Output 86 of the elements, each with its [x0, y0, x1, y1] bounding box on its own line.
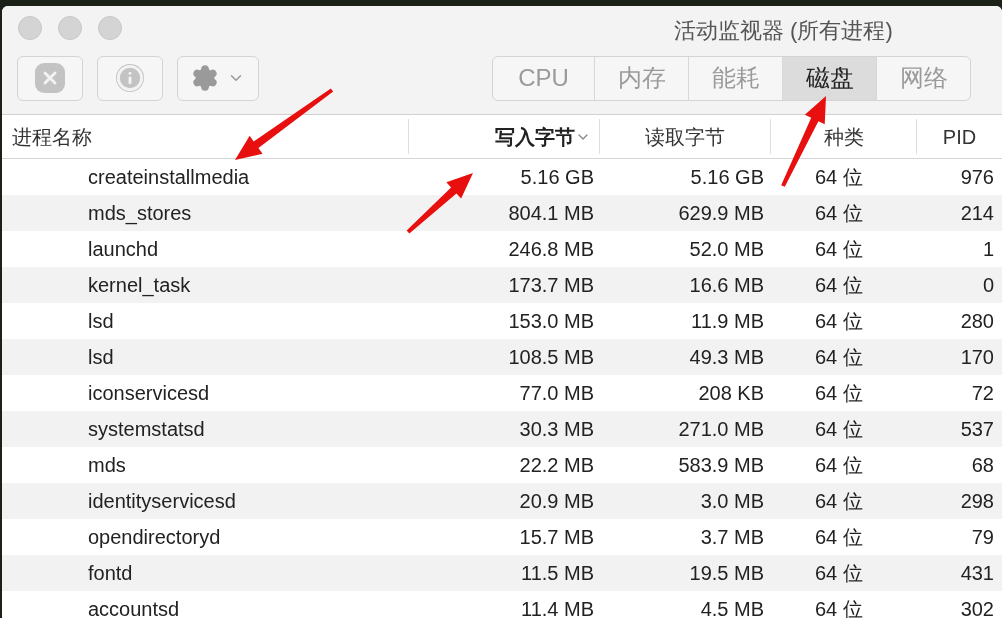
table-cell: 280 [960, 310, 994, 332]
table-cell: 64 位 [815, 382, 863, 404]
table-cell: opendirectoryd [88, 526, 221, 548]
table-cell: 5.16 GB [690, 166, 764, 188]
table-cell: 3.7 MB [700, 526, 764, 548]
table-cell: 49.3 MB [689, 346, 764, 368]
table-cell: 64 位 [815, 274, 863, 296]
table-cell: 302 [960, 598, 994, 618]
table-cell: 64 位 [815, 166, 863, 188]
table-cell: 153.0 MB [508, 310, 594, 332]
table-cell: 16.6 MB [689, 274, 764, 296]
table-cell: 64 位 [815, 418, 863, 440]
table-cell: 68 [971, 454, 994, 476]
table-cell: fontd [88, 562, 133, 584]
column-header[interactable]: 写入字节 [409, 119, 600, 154]
column-header[interactable]: PID [917, 115, 1002, 158]
table-cell: 15.7 MB [519, 526, 594, 548]
table-cell: iconservicesd [88, 382, 210, 404]
table-cell: 629.9 MB [678, 202, 764, 224]
gear-icon [191, 64, 219, 92]
table-cell: 22.2 MB [519, 454, 594, 476]
table-row[interactable]: systemstatsd 30.3 MB 271.0 MB 64 位 537 [2, 411, 1002, 447]
action-menu-button[interactable] [177, 55, 259, 101]
table-cell: 5.16 GB [520, 166, 594, 188]
table-cell: launchd [88, 238, 159, 260]
tab[interactable]: 磁盘 [782, 56, 876, 100]
table-cell: 271.0 MB [678, 418, 764, 440]
annotation-arrow [406, 173, 473, 234]
table-row[interactable]: kernel_task 173.7 MB 16.6 MB 64 位 0 [2, 267, 1002, 303]
table-cell: 298 [960, 490, 994, 512]
table-cell: 804.1 MB [508, 202, 594, 224]
table-cell: 170 [960, 346, 994, 368]
table-cell: systemstatsd [88, 418, 205, 440]
table-cell: 0 [982, 274, 994, 296]
table-cell: lsd [88, 346, 114, 368]
table-cell: 52.0 MB [689, 238, 764, 260]
table-cell: 64 位 [815, 562, 863, 584]
table-cell: 30.3 MB [519, 418, 594, 440]
table-cell: 64 位 [815, 490, 863, 512]
table-cell: 246.8 MB [508, 238, 594, 260]
table-cell: 19.5 MB [689, 562, 764, 584]
table-cell: 3.0 MB [700, 490, 764, 512]
table-cell: 11.5 MB [521, 562, 594, 584]
window-title: 活动监视器 (所有进程) [674, 18, 893, 44]
table-cell: mds [88, 454, 126, 476]
window-control-button[interactable] [18, 16, 42, 40]
table-cell: kernel_task [88, 274, 191, 296]
table-cell: 976 [960, 166, 994, 188]
table-row[interactable]: identityservicesd 20.9 MB 3.0 MB 64 位 298 [2, 483, 1002, 519]
table-row[interactable]: fontd 11.5 MB 19.5 MB 64 位 431 [2, 555, 1002, 591]
table-cell: 72 [971, 382, 994, 404]
table-cell: 11.9 MB [691, 310, 764, 332]
table-cell: 79 [971, 526, 994, 548]
column-header[interactable]: 读取字节 [600, 119, 771, 154]
table-cell: createinstallmedia [88, 166, 250, 188]
table-cell: 4.5 MB [700, 598, 764, 618]
table-cell: 1 [982, 238, 994, 260]
info-button[interactable] [97, 55, 163, 101]
table-cell: 64 位 [815, 454, 863, 476]
table-row[interactable]: lsd 108.5 MB 49.3 MB 64 位 170 [2, 339, 1002, 375]
table-cell: 208 KB [698, 382, 764, 404]
table-cell: 64 位 [815, 346, 863, 368]
window-control-button[interactable] [98, 16, 122, 40]
table-cell: mds_stores [88, 202, 192, 224]
table-cell: 77.0 MB [519, 382, 594, 404]
table-cell: 11.4 MB [521, 598, 594, 618]
table-row[interactable]: mds_stores 804.1 MB 629.9 MB 64 位 214 [2, 195, 1002, 231]
table-cell: 64 位 [815, 202, 863, 224]
table-cell: 64 位 [815, 598, 863, 618]
window-control-button[interactable] [58, 16, 82, 40]
table-cell: 64 位 [815, 526, 863, 548]
table-cell: 64 位 [815, 310, 863, 332]
table-cell: 583.9 MB [678, 454, 764, 476]
info-icon [116, 64, 144, 92]
table-cell: 64 位 [815, 238, 863, 260]
table-cell: lsd [88, 310, 114, 332]
stop-process-button[interactable] [17, 55, 83, 101]
table-cell: 108.5 MB [508, 346, 594, 368]
table-cell: 214 [960, 202, 994, 224]
table-cell: 431 [960, 562, 994, 584]
stop-icon [35, 63, 65, 93]
table-cell: 20.9 MB [519, 490, 594, 512]
table-cell: 537 [960, 418, 994, 440]
table-cell: accountsd [88, 598, 180, 618]
table-cell: 173.7 MB [508, 274, 594, 296]
table-cell: identityservicesd [88, 490, 236, 512]
